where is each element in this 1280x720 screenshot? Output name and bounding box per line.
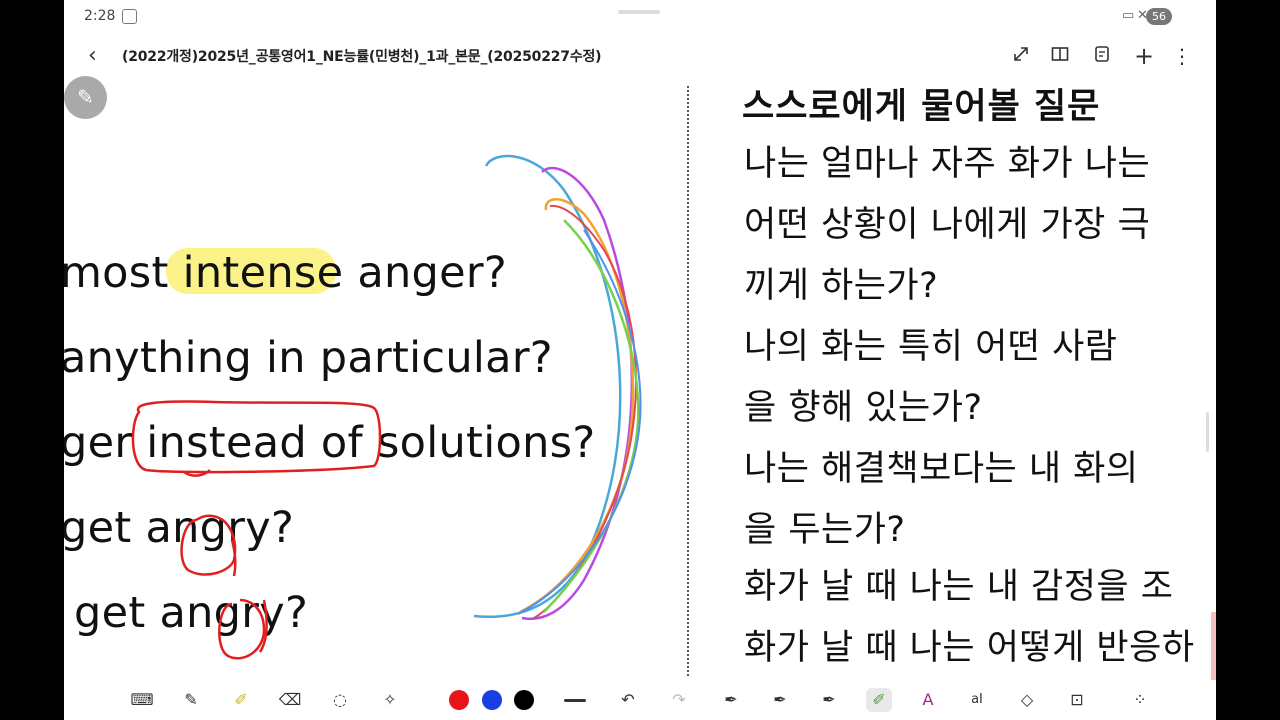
- english-line: ger instead of solutions?: [64, 418, 596, 468]
- color-swatch-black[interactable]: [514, 690, 534, 710]
- book-view-icon[interactable]: [1048, 44, 1072, 68]
- screen: 2:28 ▭ ✕ 56 ‹ (2022개정)2025년_공통영어1_NE능률(민…: [64, 0, 1216, 720]
- ink-arc: [543, 219, 640, 613]
- battery-indicator: 56: [1146, 8, 1172, 25]
- text-style-icon[interactable]: A: [916, 688, 940, 712]
- ink-arc: [473, 154, 622, 618]
- redo-icon[interactable]: ↷: [667, 688, 691, 712]
- korean-line: 나의 화는 특히 어떤 사람: [744, 327, 1118, 367]
- scrollbar-thumb[interactable]: [1206, 412, 1209, 452]
- korean-line: 화가 날 때 나는 내 감정을 조: [744, 567, 1174, 607]
- ink-arc: [533, 204, 637, 619]
- korean-line: 나는 해결책보다는 내 화의: [744, 449, 1139, 489]
- more-icon[interactable]: ⋮: [1170, 44, 1194, 68]
- section-heading: 스스로에게 물어볼 질문: [742, 87, 1101, 127]
- english-line: get angry?: [64, 588, 309, 638]
- pages-icon[interactable]: [1090, 44, 1114, 68]
- document-title: (2022개정)2025년_공통영어1_NE능률(민병천)_1과_본문_(202…: [122, 49, 602, 65]
- eraser-icon[interactable]: ⌫: [278, 688, 302, 712]
- edit-pen-button[interactable]: ✎: [64, 76, 107, 119]
- page-divider: [687, 86, 689, 676]
- status-bar: 2:28 ▭ ✕ 56: [64, 0, 1216, 34]
- english-line: get angry?: [64, 503, 295, 553]
- pen-icon[interactable]: ✎: [179, 688, 203, 712]
- cast-icon: ▭: [1122, 8, 1135, 23]
- drag-handle[interactable]: [618, 10, 660, 14]
- status-time: 2:28: [84, 8, 116, 24]
- korean-line: 화가 날 때 나는 어떻게 반응하: [744, 628, 1195, 668]
- color-swatch-red[interactable]: [449, 690, 469, 710]
- pen-style-3-icon[interactable]: ✒: [817, 688, 841, 712]
- chevron-left-icon[interactable]: ‹: [88, 42, 97, 70]
- korean-line: 을 두는가?: [744, 510, 906, 550]
- screen-record-icon: [122, 9, 137, 24]
- title-bar: ‹ (2022개정)2025년_공통영어1_NE능률(민병천)_1과_본문_(2…: [64, 36, 1216, 78]
- color-swatch-blue[interactable]: [482, 690, 502, 710]
- korean-line: 을 향해 있는가?: [744, 388, 983, 428]
- drawing-toolbar: ⌨ ✎ ✐ ⌫ ◌ ✧ ↶ ↷ ✒ ✒ ✒ ✐ A aI ◇ ⊡ ⁘: [64, 680, 1216, 720]
- expand-icon[interactable]: [1009, 44, 1033, 68]
- highlighter-active-icon[interactable]: ✐: [867, 688, 891, 712]
- text-recognition-icon[interactable]: aI: [965, 688, 989, 712]
- ink-stroke: [183, 469, 211, 477]
- lock-icon[interactable]: ⊡: [1065, 688, 1089, 712]
- pen-style-1-icon[interactable]: ✒: [719, 688, 743, 712]
- highlighter-icon[interactable]: ✐: [229, 688, 253, 712]
- pen-style-2-icon[interactable]: ✒: [768, 688, 792, 712]
- korean-line: 어떤 상황이 나에게 가장 극: [744, 205, 1151, 245]
- keyboard-icon[interactable]: ⌨: [130, 688, 154, 712]
- english-line: anything in particular?: [64, 333, 553, 383]
- korean-line: 나는 얼마나 자주 화가 나는: [744, 144, 1151, 184]
- korean-line: 끼게 하는가?: [744, 266, 939, 306]
- line-width-icon[interactable]: [564, 699, 586, 702]
- ink-arc: [519, 198, 635, 614]
- undo-icon[interactable]: ↶: [616, 688, 640, 712]
- add-icon[interactable]: +: [1132, 44, 1156, 68]
- ink-arc: [521, 166, 634, 621]
- shape-icon[interactable]: ◇: [1015, 688, 1039, 712]
- grid-icon[interactable]: ⁘: [1128, 688, 1152, 712]
- english-line: most intense anger?: [64, 248, 507, 298]
- page-edge-mark: [1211, 612, 1216, 682]
- lasso-icon[interactable]: ◌: [328, 688, 352, 712]
- sparkle-icon[interactable]: ✧: [378, 688, 402, 712]
